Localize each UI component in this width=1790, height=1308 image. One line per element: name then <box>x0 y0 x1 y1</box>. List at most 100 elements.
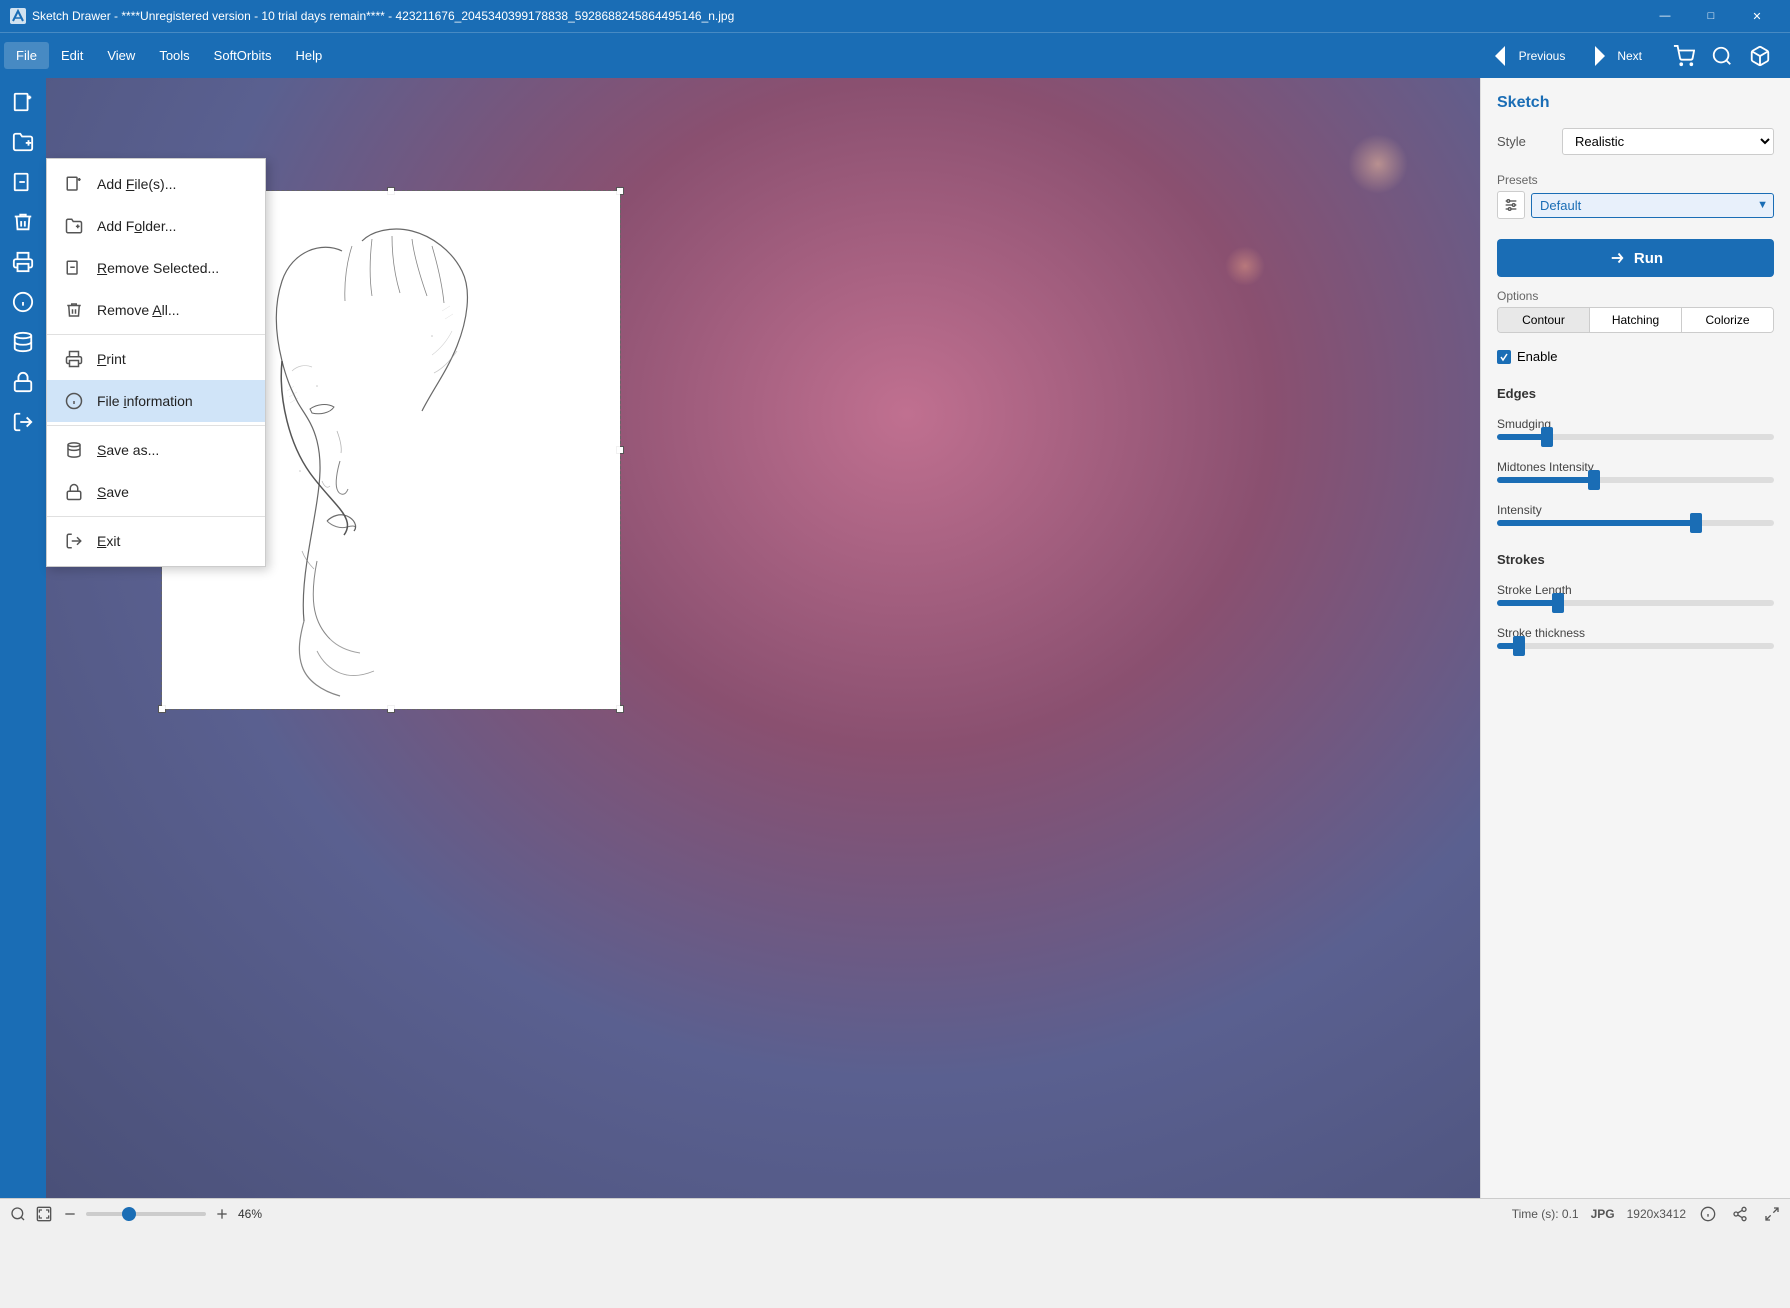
midtones-section: Midtones Intensity <box>1497 460 1774 483</box>
minimize-button[interactable]: — <box>1642 0 1688 32</box>
menu-edit[interactable]: Edit <box>49 42 95 69</box>
menu-print[interactable]: Print <box>47 338 265 380</box>
intensity-thumb[interactable] <box>1690 513 1702 533</box>
fullscreen-status-icon[interactable] <box>1762 1204 1782 1224</box>
remove-all-label: Remove All... <box>97 302 179 318</box>
intensity-section: Intensity <box>1497 503 1774 526</box>
presets-select-wrapper: Default Light Dark Soft ▼ <box>1531 193 1774 218</box>
zoom-in-icon[interactable] <box>212 1204 232 1224</box>
midtones-label: Midtones Intensity <box>1497 460 1774 474</box>
sidebar-save-as[interactable] <box>5 324 41 360</box>
options-section: Options Contour Hatching Colorize <box>1497 289 1774 333</box>
stroke-thickness-slider[interactable] <box>1497 643 1774 649</box>
enable-checkbox[interactable] <box>1497 350 1511 364</box>
previous-icon <box>1487 42 1515 70</box>
share-status-icon[interactable] <box>1730 1204 1750 1224</box>
intensity-slider[interactable] <box>1497 520 1774 526</box>
smudging-thumb[interactable] <box>1541 427 1553 447</box>
stroke-thickness-thumb[interactable] <box>1513 636 1525 656</box>
maximize-button[interactable]: □ <box>1688 0 1734 32</box>
sidebar-print[interactable] <box>5 244 41 280</box>
sidebar-add-file[interactable] <box>5 84 41 120</box>
remove-selected-menu-icon <box>63 257 85 279</box>
stroke-length-slider[interactable] <box>1497 600 1774 606</box>
close-button[interactable]: ✕ <box>1734 0 1780 32</box>
statusbar-left: 46% <box>8 1204 1504 1224</box>
print-icon <box>12 251 34 273</box>
fit-window-icon[interactable] <box>34 1204 54 1224</box>
menu-file-information[interactable]: File information <box>47 380 265 422</box>
enable-label: Enable <box>1517 349 1557 364</box>
run-arrow-icon <box>1608 249 1626 267</box>
smudging-section: Smudging <box>1497 417 1774 440</box>
cart-button[interactable] <box>1666 38 1702 74</box>
zoom-search-icon[interactable] <box>8 1204 28 1224</box>
print-menu-icon <box>63 348 85 370</box>
trash-icon <box>12 211 34 233</box>
zoom-value: 46% <box>238 1207 273 1221</box>
presets-settings-button[interactable] <box>1497 191 1525 219</box>
menu-help[interactable]: Help <box>283 42 334 69</box>
zoom-slider[interactable] <box>86 1212 206 1216</box>
tab-colorize[interactable]: Colorize <box>1682 308 1773 332</box>
exit-icon <box>12 411 34 433</box>
sidebar-remove-all[interactable] <box>5 204 41 240</box>
save-as-menu-icon <box>63 439 85 461</box>
presets-select[interactable]: Default Light Dark Soft <box>1531 193 1774 218</box>
stroke-length-thumb[interactable] <box>1552 593 1564 613</box>
right-panel: Sketch Style Realistic Pencil Charcoal I… <box>1480 78 1790 1198</box>
search-button[interactable] <box>1704 38 1740 74</box>
checkmark-icon <box>1499 352 1509 362</box>
save-as-label: Save as... <box>97 442 159 458</box>
intensity-fill <box>1497 520 1696 526</box>
chevron-down-icon: ▼ <box>1757 199 1768 211</box>
smudging-slider[interactable] <box>1497 434 1774 440</box>
stroke-length-fill <box>1497 600 1558 606</box>
enable-row: Enable <box>1497 349 1774 364</box>
previous-button[interactable]: Previous <box>1479 38 1574 74</box>
menu-remove-all[interactable]: Remove All... <box>47 289 265 331</box>
menu-save[interactable]: Save <box>47 471 265 513</box>
menu-softorbits[interactable]: SoftOrbits <box>202 42 284 69</box>
window-title: Sketch Drawer - ****Unregistered version… <box>32 9 1642 23</box>
add-folder-icon <box>12 131 34 153</box>
panel-title: Sketch <box>1497 94 1774 112</box>
zoom-out-icon[interactable] <box>60 1204 80 1224</box>
add-folder-menu-icon <box>63 215 85 237</box>
add-folder-label: Add Folder... <box>97 218 176 234</box>
sidebar-exit[interactable] <box>5 404 41 440</box>
next-button[interactable]: Next <box>1577 38 1650 74</box>
separator-2 <box>47 425 265 426</box>
previous-label: Previous <box>1519 49 1566 63</box>
settings-sliders-icon <box>1503 197 1519 213</box>
menu-tools[interactable]: Tools <box>147 42 201 69</box>
menu-remove-selected[interactable]: Remove Selected... <box>47 247 265 289</box>
remove-selected-label: Remove Selected... <box>97 260 219 276</box>
stroke-thickness-section: Stroke thickness <box>1497 626 1774 649</box>
run-button[interactable]: Run <box>1497 239 1774 277</box>
tab-contour[interactable]: Contour <box>1498 308 1590 332</box>
cube-button[interactable] <box>1742 38 1778 74</box>
left-sidebar <box>0 78 46 1198</box>
menu-exit[interactable]: Exit <box>47 520 265 562</box>
midtones-slider[interactable] <box>1497 477 1774 483</box>
sidebar-remove-selected[interactable] <box>5 164 41 200</box>
add-files-icon <box>63 173 85 195</box>
menu-file[interactable]: File <box>4 42 49 69</box>
tab-hatching[interactable]: Hatching <box>1590 308 1682 332</box>
menu-save-as[interactable]: Save as... <box>47 429 265 471</box>
remove-all-menu-icon <box>63 299 85 321</box>
dimensions-label: 1920x3412 <box>1627 1207 1686 1221</box>
zoom-thumb[interactable] <box>122 1207 136 1221</box>
menu-add-folder[interactable]: Add Folder... <box>47 205 265 247</box>
sidebar-add-folder[interactable] <box>5 124 41 160</box>
sidebar-info[interactable] <box>5 284 41 320</box>
menu-add-files[interactable]: Add File(s)... <box>47 163 265 205</box>
info-icon <box>12 291 34 313</box>
menu-view[interactable]: View <box>95 42 147 69</box>
style-select[interactable]: Realistic Pencil Charcoal Ink <box>1562 128 1774 155</box>
midtones-thumb[interactable] <box>1588 470 1600 490</box>
sidebar-save[interactable] <box>5 364 41 400</box>
exit-menu-icon <box>63 530 85 552</box>
info-status-icon[interactable] <box>1698 1204 1718 1224</box>
